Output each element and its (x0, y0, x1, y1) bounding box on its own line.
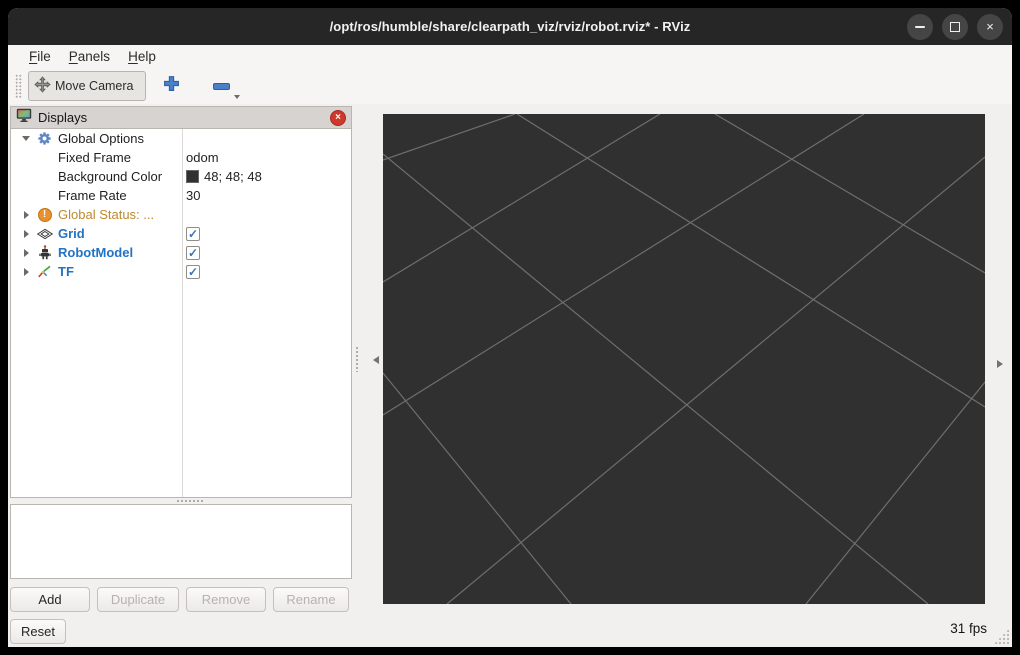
fixed-frame-value[interactable]: odom (186, 150, 219, 165)
color-swatch (186, 170, 199, 183)
collapse-right-arrow-icon[interactable] (997, 360, 1003, 368)
collapse-left-arrow-icon[interactable] (373, 356, 379, 364)
maximize-button[interactable] (942, 13, 968, 40)
displays-panel: Displays × Global Options Fixed Frame od… (10, 106, 352, 498)
display-action-buttons: Add Duplicate Remove Rename (10, 587, 352, 612)
window-title: /opt/ros/humble/share/clearpath_viz/rviz… (329, 19, 691, 34)
expand-triangle-icon[interactable] (24, 210, 29, 219)
status-bar: Reset 31 fps (8, 615, 1012, 647)
panel-splitter-handle[interactable] (176, 499, 204, 502)
displays-icon (16, 108, 32, 128)
display-label: TF (58, 264, 74, 279)
robot-icon (36, 244, 53, 261)
check-icon: ✓ (187, 226, 199, 241)
menu-file[interactable]: File (20, 49, 60, 64)
duplicate-button[interactable]: Duplicate (97, 587, 179, 612)
grid-icon (36, 225, 53, 242)
property-label: Fixed Frame (58, 150, 131, 165)
panel-close-icon: × (335, 111, 341, 123)
fps-counter: 31 fps (950, 621, 987, 636)
remove-tool-button[interactable] (207, 72, 240, 100)
property-label: Frame Rate (58, 188, 127, 203)
render-viewport[interactable] (383, 114, 985, 604)
displays-panel-header[interactable]: Displays × (11, 107, 351, 129)
group-label: Global Options (58, 131, 144, 146)
expand-triangle-icon[interactable] (24, 229, 29, 238)
move-camera-icon (34, 76, 51, 96)
add-button[interactable]: Add (10, 587, 90, 612)
menu-panels[interactable]: Panels (60, 49, 119, 64)
check-icon: ✓ (187, 264, 199, 279)
close-button[interactable]: × (977, 13, 1003, 40)
displays-tree: Global Options Fixed Frame odom Backgrou… (11, 129, 351, 497)
tree-row-fixed-frame[interactable]: Fixed Frame odom (11, 148, 351, 167)
tool-dropdown-caret[interactable] (233, 95, 240, 99)
move-camera-label: Move Camera (55, 79, 134, 93)
reset-button[interactable]: Reset (10, 619, 66, 644)
remove-button[interactable]: Remove (186, 587, 266, 612)
expand-triangle-icon[interactable] (24, 248, 29, 257)
tree-row-background-color[interactable]: Background Color 48; 48; 48 (11, 167, 351, 186)
gear-icon (36, 130, 53, 147)
property-label: Background Color (58, 169, 163, 184)
tree-row-global-status[interactable]: ! Global Status: ... (11, 205, 351, 224)
ground-grid (383, 114, 985, 604)
tf-axes-icon (36, 263, 53, 280)
title-bar[interactable]: /opt/ros/humble/share/clearpath_viz/rviz… (8, 8, 1012, 45)
check-icon: ✓ (187, 245, 199, 260)
menu-help[interactable]: Help (119, 49, 165, 64)
grid-lines (383, 114, 985, 604)
viewport-splitter-handle[interactable] (355, 346, 358, 372)
description-box (10, 504, 352, 579)
robot-model-enabled-checkbox[interactable]: ✓ (186, 245, 200, 260)
warning-icon: ! (36, 206, 53, 223)
tf-enabled-checkbox[interactable]: ✓ (186, 264, 200, 279)
tree-row-global-options[interactable]: Global Options (11, 129, 351, 148)
tree-row-robot-model[interactable]: RobotModel ✓ (11, 243, 351, 262)
menu-bar: File Panels Help (8, 45, 1012, 68)
displays-panel-title: Displays (38, 110, 88, 125)
tree-row-frame-rate[interactable]: Frame Rate 30 (11, 186, 351, 205)
minus-icon (212, 82, 230, 90)
move-camera-tool[interactable]: Move Camera (28, 71, 146, 101)
rviz-window: /opt/ros/humble/share/clearpath_viz/rviz… (8, 8, 1012, 647)
toolbar: Move Camera (8, 68, 1012, 105)
displays-close-button[interactable]: × (330, 109, 346, 126)
color-value-text: 48; 48; 48 (204, 169, 262, 184)
tree-row-grid[interactable]: Grid ✓ (11, 224, 351, 243)
tree-row-tf[interactable]: TF ✓ (11, 262, 351, 281)
add-tool-button[interactable] (163, 75, 180, 97)
plus-icon (163, 75, 180, 97)
display-label: RobotModel (58, 245, 134, 260)
rename-button[interactable]: Rename (273, 587, 349, 612)
toolbar-drag-handle[interactable] (15, 74, 22, 98)
expand-triangle-icon[interactable] (24, 267, 29, 276)
frame-rate-value[interactable]: 30 (186, 188, 200, 203)
close-icon: × (986, 19, 994, 34)
grid-enabled-checkbox[interactable]: ✓ (186, 226, 200, 241)
collapse-triangle-icon[interactable] (22, 136, 30, 141)
display-label: Grid (58, 226, 85, 241)
minimize-icon (915, 25, 925, 28)
resize-grip[interactable] (994, 629, 1009, 644)
maximize-icon (950, 21, 960, 32)
main-area: Displays × Global Options Fixed Frame od… (8, 104, 1012, 615)
background-color-value[interactable]: 48; 48; 48 (186, 169, 262, 184)
minimize-button[interactable] (907, 13, 933, 40)
status-label: Global Status: ... (58, 207, 155, 222)
